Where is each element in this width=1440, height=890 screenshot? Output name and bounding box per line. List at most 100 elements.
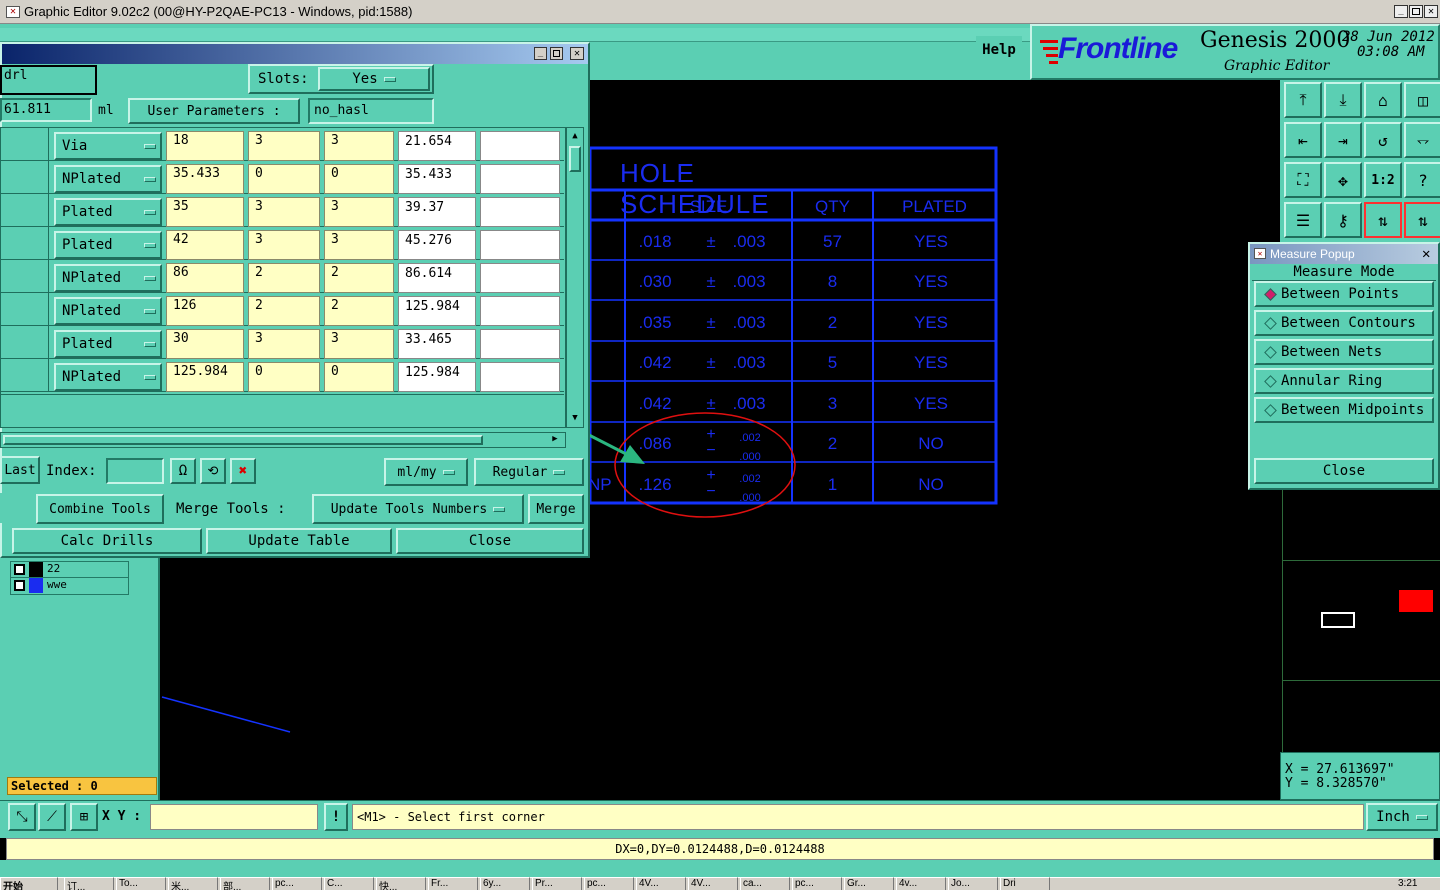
taskbar-item[interactable]: 6y... bbox=[480, 877, 530, 890]
snap-icon[interactable]: ⤡ bbox=[8, 803, 36, 831]
extra-cell[interactable] bbox=[480, 197, 560, 227]
scale-1-2-icon[interactable]: 1:2 bbox=[1364, 162, 1402, 198]
tool-size-cell[interactable]: 126 bbox=[166, 296, 244, 326]
maximize-button[interactable] bbox=[1409, 5, 1423, 18]
tool-tolerance-minus-cell[interactable]: 2 bbox=[324, 263, 394, 293]
tool-type-dropdown[interactable]: NPlated bbox=[54, 165, 162, 193]
tool-tolerance-minus-cell[interactable]: 3 bbox=[324, 329, 394, 359]
tool-size-cell[interactable]: 30 bbox=[166, 329, 244, 359]
filter-icon[interactable]: ☰ bbox=[1284, 202, 1322, 238]
finish-size-cell[interactable]: 125.984 bbox=[398, 296, 476, 326]
finish-size-cell[interactable]: 86.614 bbox=[398, 263, 476, 293]
taskbar-item[interactable]: To... bbox=[116, 877, 166, 890]
pan-left-icon[interactable]: ⇤ bbox=[1284, 122, 1322, 158]
scroll-thumb-h[interactable] bbox=[3, 435, 483, 445]
lightbulb-icon[interactable]: Ω bbox=[170, 458, 196, 484]
user-parameters-field[interactable]: no_hasl bbox=[308, 98, 434, 124]
rotate-icon[interactable]: ↺ bbox=[1364, 122, 1402, 158]
measure-popup-close-icon[interactable]: ✕ bbox=[1422, 246, 1430, 262]
tool-type-dropdown[interactable]: Plated bbox=[54, 330, 162, 358]
layer-checkbox[interactable] bbox=[14, 564, 25, 575]
table-vertical-scrollbar[interactable]: ▲ ▼ bbox=[566, 127, 584, 428]
calc-drills-button[interactable]: Calc Drills bbox=[12, 528, 202, 554]
scroll-down-icon[interactable]: ▼ bbox=[569, 412, 581, 424]
tool-type-dropdown[interactable]: Plated bbox=[54, 231, 162, 259]
extra-cell[interactable] bbox=[480, 164, 560, 194]
compare-icon[interactable]: ⇅ bbox=[1364, 202, 1402, 238]
scroll-right-icon[interactable]: ▶ bbox=[549, 433, 561, 445]
xy-input[interactable] bbox=[150, 804, 318, 830]
tool-tolerance-plus-cell[interactable]: 3 bbox=[248, 230, 320, 260]
tool-type-dropdown[interactable]: NPlated bbox=[54, 264, 162, 292]
extra-cell[interactable] bbox=[480, 362, 560, 392]
tool-tolerance-plus-cell[interactable]: 0 bbox=[248, 362, 320, 392]
refresh-icon[interactable]: ⟲ bbox=[200, 458, 226, 484]
tool-tolerance-minus-cell[interactable]: 0 bbox=[324, 164, 394, 194]
tool-tolerance-plus-cell[interactable]: 2 bbox=[248, 263, 320, 293]
taskbar-item[interactable]: pc... bbox=[272, 877, 322, 890]
taskbar-item[interactable]: 4V... bbox=[636, 877, 686, 890]
measure-mode-between-nets[interactable]: Between Nets bbox=[1254, 339, 1434, 365]
overview-map[interactable] bbox=[1282, 490, 1440, 752]
tool-type-dropdown[interactable]: Plated bbox=[54, 198, 162, 226]
update-tools-numbers-dropdown[interactable]: Update Tools Numbers bbox=[312, 494, 524, 524]
tool-tolerance-minus-cell[interactable]: 2 bbox=[324, 296, 394, 326]
finish-size-cell[interactable]: 21.654 bbox=[398, 131, 476, 161]
taskbar-item[interactable]: 部... bbox=[220, 877, 270, 890]
scroll-up-icon[interactable]: ▲ bbox=[569, 130, 581, 142]
dialog-minimize-button[interactable]: _ bbox=[534, 47, 547, 60]
tool-tolerance-minus-cell[interactable]: 0 bbox=[324, 362, 394, 392]
finish-size-cell[interactable]: 125.984 bbox=[398, 362, 476, 392]
taskbar-item[interactable]: Fr... bbox=[428, 877, 478, 890]
combine-tools-button[interactable]: Combine Tools bbox=[36, 494, 164, 524]
measure-mode-annular-ring[interactable]: Annular Ring bbox=[1254, 368, 1434, 394]
layer-item[interactable]: 22 bbox=[11, 562, 128, 578]
measure-mode-between-points[interactable]: Between Points bbox=[1254, 281, 1434, 307]
drill-close-button[interactable]: Close bbox=[396, 528, 584, 554]
tool-tolerance-plus-cell[interactable]: 0 bbox=[248, 164, 320, 194]
taskbar-item[interactable]: C... bbox=[324, 877, 374, 890]
zoom-fit-icon[interactable]: ⛶ bbox=[1284, 162, 1322, 198]
tool-tolerance-plus-cell[interactable]: 3 bbox=[248, 197, 320, 227]
finish-size-cell[interactable]: 45.276 bbox=[398, 230, 476, 260]
update-table-button[interactable]: Update Table bbox=[206, 528, 392, 554]
taskbar-item[interactable]: Dri bbox=[1000, 877, 1050, 890]
compare-alt-icon[interactable]: ⇅ bbox=[1404, 202, 1440, 238]
key-icon[interactable]: ⚷ bbox=[1324, 202, 1362, 238]
dialog-maximize-button[interactable] bbox=[550, 47, 563, 60]
tool-size-cell[interactable]: 18 bbox=[166, 131, 244, 161]
mirror-icon[interactable]: ⥐ bbox=[1404, 122, 1440, 158]
tool-tolerance-plus-cell[interactable]: 3 bbox=[248, 131, 320, 161]
taskbar-item[interactable]: 快... bbox=[376, 877, 426, 890]
taskbar-item[interactable]: 4V... bbox=[688, 877, 738, 890]
merge-button[interactable]: Merge bbox=[528, 494, 584, 524]
extra-cell[interactable] bbox=[480, 329, 560, 359]
measure-icon[interactable]: ⟋ bbox=[38, 803, 66, 831]
extra-cell[interactable] bbox=[480, 263, 560, 293]
last-button[interactable]: Last bbox=[0, 456, 40, 484]
grid-icon[interactable]: ⊞ bbox=[70, 803, 98, 831]
delete-icon[interactable]: ✖ bbox=[230, 458, 256, 484]
minimize-button[interactable]: _ bbox=[1394, 5, 1408, 18]
tool-size-cell[interactable]: 35 bbox=[166, 197, 244, 227]
pan-right-icon[interactable]: ⇥ bbox=[1324, 122, 1362, 158]
drill-layer-name[interactable]: drl bbox=[0, 65, 97, 95]
taskbar-item[interactable]: pc... bbox=[792, 877, 842, 890]
length-field[interactable]: 61.811 bbox=[0, 98, 92, 122]
tool-size-cell[interactable]: 86 bbox=[166, 263, 244, 293]
tool-tolerance-minus-cell[interactable]: 3 bbox=[324, 131, 394, 161]
help-icon[interactable]: ? bbox=[1404, 162, 1440, 198]
taskbar-item[interactable]: ca... bbox=[740, 877, 790, 890]
index-field[interactable] bbox=[106, 458, 164, 484]
dialog-close-button[interactable]: ✕ bbox=[570, 47, 584, 60]
close-window-button[interactable]: ✕ bbox=[1424, 5, 1438, 18]
taskbar-item[interactable]: Pr... bbox=[532, 877, 582, 890]
tool-type-dropdown[interactable]: NPlated bbox=[54, 363, 162, 391]
taskbar-item[interactable]: 4v... bbox=[896, 877, 946, 890]
tool-type-dropdown[interactable]: Via bbox=[54, 132, 162, 160]
extra-cell[interactable] bbox=[480, 131, 560, 161]
extra-cell[interactable] bbox=[480, 230, 560, 260]
extra-cell[interactable] bbox=[480, 296, 560, 326]
finish-size-cell[interactable]: 35.433 bbox=[398, 164, 476, 194]
finish-size-cell[interactable]: 39.37 bbox=[398, 197, 476, 227]
